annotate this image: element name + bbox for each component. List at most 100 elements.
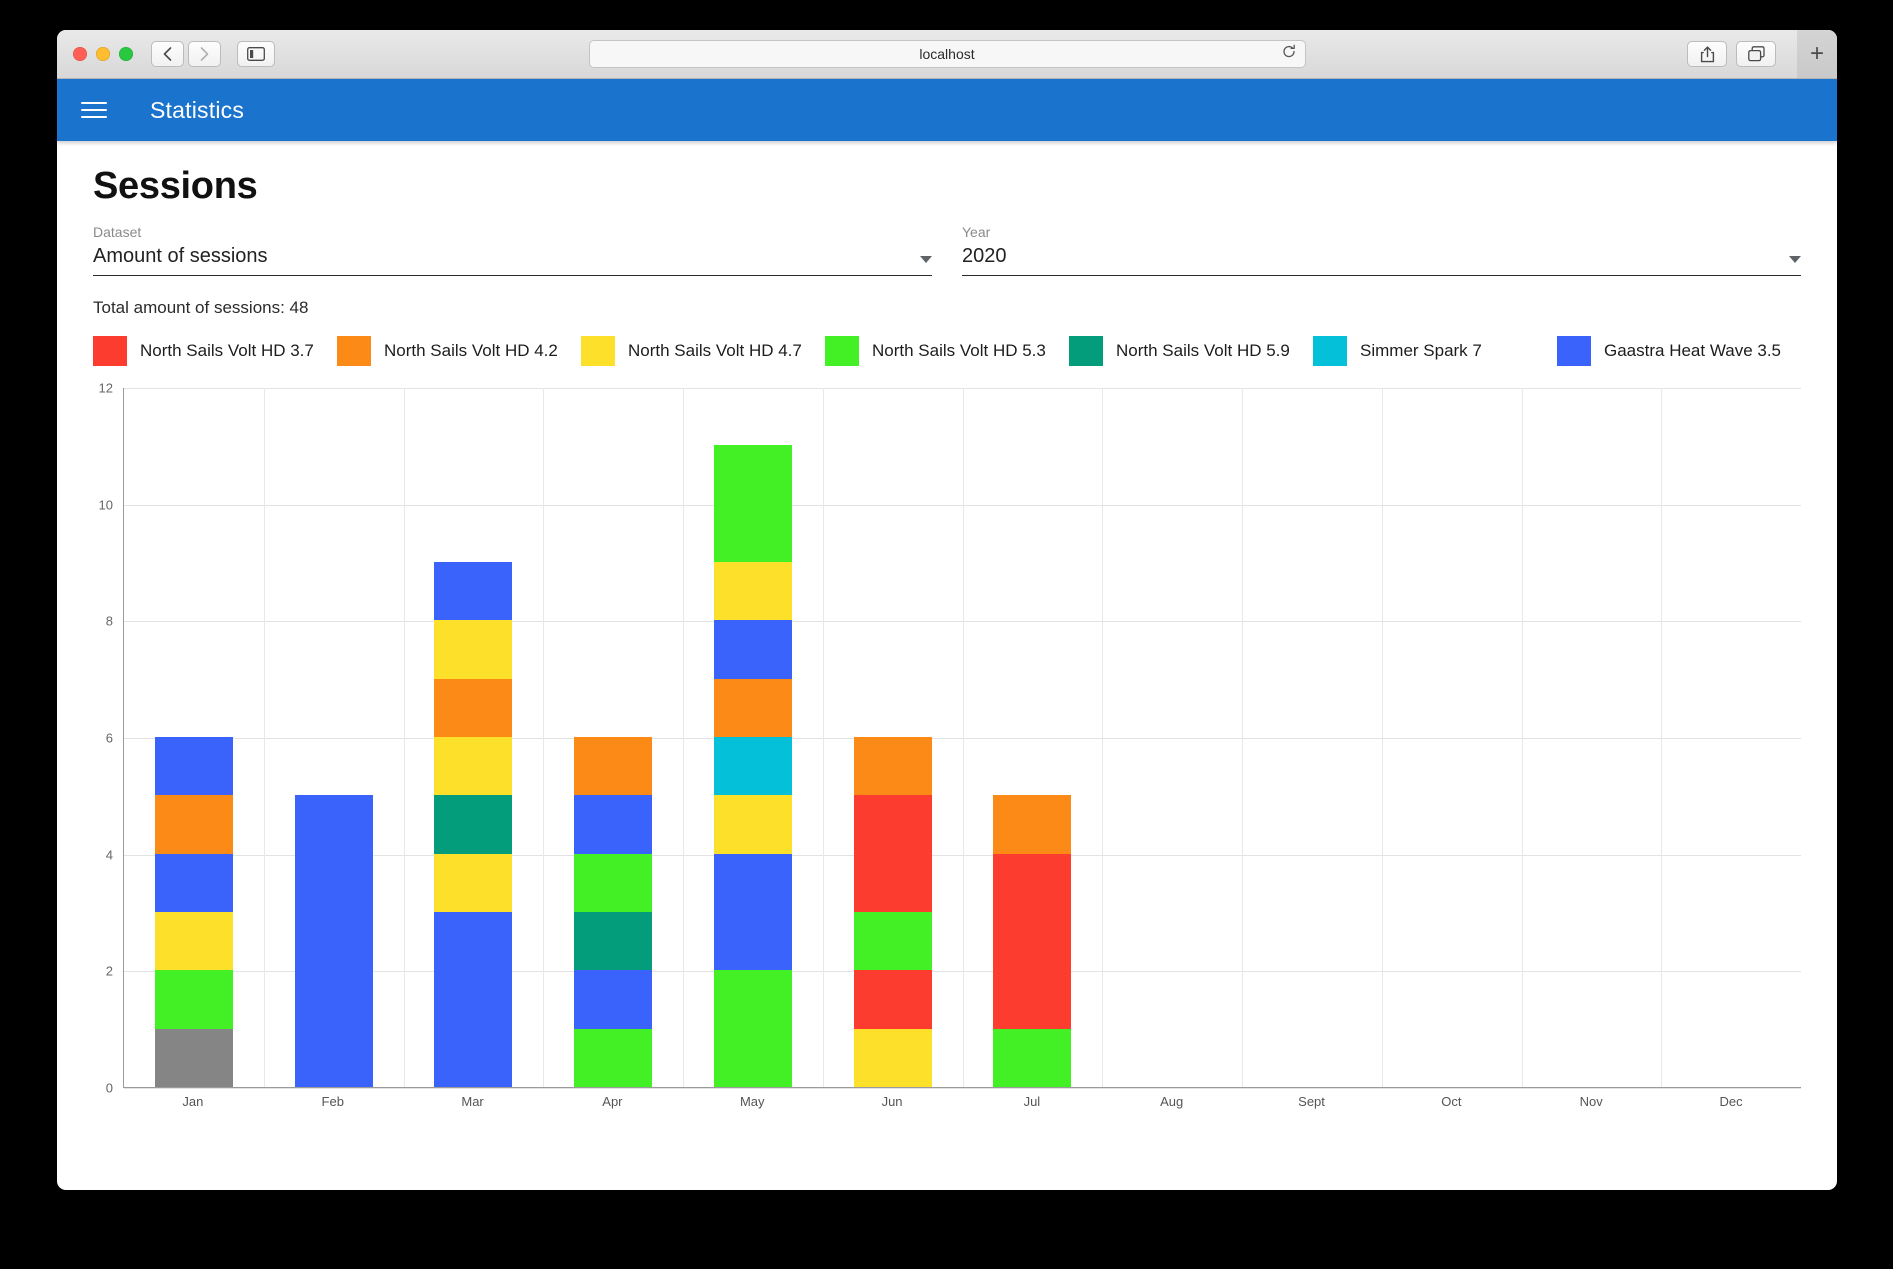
stacked-bar[interactable] (993, 795, 1072, 1087)
toggle-sidebar-button[interactable] (237, 41, 275, 67)
y-axis-tick-label: 6 (105, 730, 113, 746)
url-text: localhost (919, 46, 975, 62)
bar-column[interactable] (1521, 388, 1662, 1087)
x-axis-tick-label: Oct (1441, 1094, 1462, 1109)
bar-segment[interactable] (713, 678, 792, 738)
bar-segment[interactable] (154, 795, 233, 854)
share-button[interactable] (1687, 41, 1727, 67)
minimize-window-button[interactable] (96, 47, 110, 61)
legend-color-swatch (1069, 336, 1103, 366)
vertical-gridline (1242, 388, 1243, 1087)
stacked-bar[interactable] (713, 445, 792, 1087)
close-window-button[interactable] (73, 47, 87, 61)
legend-item[interactable]: North Sails Volt HD 5.3 (825, 336, 1069, 366)
bar-column[interactable] (263, 388, 404, 1087)
bar-column[interactable] (543, 388, 683, 1087)
browser-window: localhost + Statistics Sessions Dataset … (57, 30, 1837, 1190)
app-title: Statistics (150, 96, 245, 123)
sidebar-icon (247, 47, 265, 61)
bar-column[interactable] (1381, 388, 1522, 1087)
bar-segment[interactable] (713, 445, 792, 563)
bar-segment[interactable] (853, 1028, 932, 1087)
bar-segment[interactable] (853, 970, 932, 1029)
bar-segment[interactable] (713, 853, 792, 971)
legend-color-swatch (1313, 336, 1347, 366)
new-tab-button[interactable]: + (1797, 30, 1837, 78)
bar-column[interactable] (1661, 388, 1801, 1087)
x-axis-tick-label: Sept (1298, 1094, 1325, 1109)
stacked-bar[interactable] (434, 562, 513, 1087)
year-select[interactable]: 2020 (962, 245, 1801, 276)
bar-segment[interactable] (713, 737, 792, 796)
x-axis-tick-label: Dec (1719, 1094, 1743, 1109)
bar-segment[interactable] (434, 562, 513, 621)
legend-item[interactable]: North Sails Volt HD 4.7 (581, 336, 825, 366)
bar-segment[interactable] (434, 912, 513, 1087)
bar-column[interactable] (1242, 388, 1382, 1087)
bar-segment[interactable] (294, 795, 373, 1087)
bar-segment[interactable] (574, 853, 653, 913)
legend-color-swatch (337, 336, 371, 366)
legend-item[interactable]: North Sails Volt HD 5.9 (1069, 336, 1313, 366)
bar-segment[interactable] (434, 853, 513, 912)
bar-segment[interactable] (154, 970, 233, 1029)
bar-segment[interactable] (713, 562, 792, 621)
legend-item[interactable]: North Sails Volt HD 4.2 (337, 336, 581, 366)
bar-column[interactable] (124, 388, 264, 1087)
legend-item[interactable]: North Sails Volt HD 3.7 (93, 336, 337, 366)
y-axis-tick-label: 12 (98, 380, 113, 396)
stacked-bar[interactable] (853, 737, 932, 1087)
chart-legend: North Sails Volt HD 3.7 North Sails Volt … (93, 336, 1813, 366)
bar-segment[interactable] (434, 678, 513, 738)
legend-item[interactable]: Gaastra Heat Wave 3.5 (1557, 336, 1801, 366)
bar-segment[interactable] (154, 1028, 233, 1087)
legend-item[interactable]: Simmer Spark 7 (1313, 336, 1557, 366)
tab-overview-icon (1747, 46, 1765, 62)
forward-button[interactable] (188, 41, 221, 67)
bar-segment[interactable] (434, 795, 513, 854)
legend-color-swatch (825, 336, 859, 366)
bar-segment[interactable] (574, 1028, 653, 1087)
legend-item-label: Gaastra Heat Wave 3.5 (1604, 341, 1782, 360)
bar-segment[interactable] (853, 912, 932, 971)
bar-segment[interactable] (853, 795, 932, 913)
bar-segment[interactable] (574, 737, 653, 796)
bar-column[interactable] (962, 388, 1103, 1087)
show-all-tabs-button[interactable] (1736, 41, 1776, 67)
hamburger-menu-icon[interactable] (81, 102, 107, 118)
bar-column[interactable] (683, 388, 823, 1087)
stacked-bar[interactable] (574, 737, 653, 1087)
bar-column[interactable] (1102, 388, 1242, 1087)
bar-segment[interactable] (713, 620, 792, 679)
back-button[interactable] (151, 41, 184, 67)
bar-segment[interactable] (993, 795, 1072, 854)
bar-segment[interactable] (434, 737, 513, 796)
stacked-bar[interactable] (294, 795, 373, 1087)
bar-segment[interactable] (713, 795, 792, 854)
bar-segment[interactable] (713, 970, 792, 1087)
vertical-gridline (1521, 388, 1523, 1087)
bar-column[interactable] (403, 388, 544, 1087)
address-bar[interactable]: localhost (588, 40, 1306, 68)
bar-segment[interactable] (154, 737, 233, 796)
bar-segment[interactable] (574, 795, 653, 854)
x-axis-tick-label: Nov (1579, 1094, 1603, 1109)
bar-segment[interactable] (993, 1028, 1072, 1087)
bar-segment[interactable] (574, 970, 653, 1029)
bar-segment[interactable] (993, 853, 1072, 1029)
bar-segment[interactable] (154, 853, 233, 913)
bar-segment[interactable] (853, 737, 932, 796)
bar-segment[interactable] (574, 912, 653, 971)
share-icon (1700, 45, 1714, 62)
y-axis-tick-label: 10 (98, 497, 113, 513)
bar-segment[interactable] (154, 912, 233, 971)
vertical-gridline (683, 388, 684, 1087)
maximize-window-button[interactable] (119, 47, 133, 61)
dataset-select[interactable]: Amount of sessions (93, 245, 932, 276)
chevron-right-icon (200, 47, 209, 61)
reload-button[interactable] (1282, 44, 1296, 64)
bar-column[interactable] (822, 388, 963, 1087)
bar-segment[interactable] (434, 620, 513, 679)
stacked-bar[interactable] (154, 737, 233, 1087)
legend-item-label: North Sails Volt HD 3.7 (140, 341, 314, 360)
